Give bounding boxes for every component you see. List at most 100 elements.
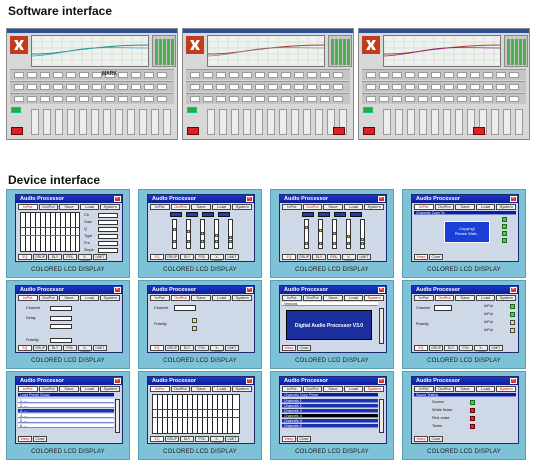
parameter-field[interactable] xyxy=(320,72,330,78)
parameter-field[interactable] xyxy=(118,96,128,102)
parameter-field[interactable] xyxy=(294,84,304,90)
channel-fader[interactable] xyxy=(103,109,111,135)
parameter-field[interactable] xyxy=(105,96,115,102)
lcd-tab[interactable]: InPut xyxy=(282,386,302,392)
lcd-footer-tab[interactable]: POL xyxy=(195,436,209,442)
parameter-field[interactable] xyxy=(379,96,389,102)
close-icon[interactable] xyxy=(114,195,121,202)
lcd-tab[interactable]: System xyxy=(232,295,252,301)
lcd-tab[interactable]: Load xyxy=(211,295,232,301)
lcd-tab[interactable]: InPut xyxy=(18,295,38,301)
parameter-field[interactable] xyxy=(40,72,50,78)
polarity-toggle[interactable] xyxy=(192,318,197,323)
channel-fader[interactable] xyxy=(79,109,87,135)
channel-fader[interactable] xyxy=(431,109,439,135)
lcd-footer-tab[interactable]: DLY xyxy=(180,345,194,351)
lcd-tab[interactable]: Save xyxy=(191,386,211,392)
parameter-field[interactable] xyxy=(157,84,167,90)
eq-grid-display[interactable] xyxy=(20,212,80,252)
lcd-footer-tab[interactable]: GRUP xyxy=(165,436,179,442)
parameter-field[interactable] xyxy=(366,72,376,78)
lcd-footer-tab[interactable]: DLY xyxy=(48,254,62,260)
lcd-tab[interactable]: Save xyxy=(59,386,79,392)
lcd-tab[interactable]: OutPut xyxy=(170,204,191,210)
parameter-field[interactable] xyxy=(203,84,213,90)
parameter-field[interactable] xyxy=(379,72,389,78)
channel-fader[interactable] xyxy=(383,109,391,135)
close-icon[interactable] xyxy=(246,195,253,202)
eq-grid-display[interactable] xyxy=(152,394,240,434)
parameter-field[interactable] xyxy=(79,96,89,102)
lcd-tab[interactable]: System xyxy=(496,386,516,392)
lcd-tab[interactable]: Load xyxy=(475,386,496,392)
param-field[interactable] xyxy=(98,213,118,218)
copy-checkbox[interactable] xyxy=(502,231,507,236)
channel-fader[interactable] xyxy=(407,109,415,135)
parameter-field[interactable] xyxy=(40,84,50,90)
param-field[interactable] xyxy=(98,227,118,232)
channel-fader[interactable] xyxy=(279,109,287,135)
lcd-tab[interactable]: Load xyxy=(211,204,232,210)
parameter-field[interactable] xyxy=(457,96,467,102)
lcd-tab[interactable]: OutPut xyxy=(434,295,455,301)
channel-row[interactable]: Channels 4 xyxy=(282,414,378,418)
copy-checkbox[interactable] xyxy=(502,238,507,243)
parameter-field[interactable] xyxy=(320,84,330,90)
parameter-field[interactable] xyxy=(281,96,291,102)
level-fader[interactable] xyxy=(346,219,351,249)
lcd-footer-tab[interactable]: Weep xyxy=(18,436,32,442)
channel-fader[interactable] xyxy=(503,109,511,135)
parameter-field[interactable] xyxy=(307,96,317,102)
parameter-field[interactable] xyxy=(431,96,441,102)
lcd-footer-tab[interactable]: Weep xyxy=(282,345,296,351)
lcd-tab[interactable]: System xyxy=(364,204,384,210)
lcd-footer-tab[interactable]: Weep xyxy=(282,436,296,442)
level-fader[interactable] xyxy=(332,219,337,249)
close-icon[interactable] xyxy=(114,377,121,384)
level-fader[interactable] xyxy=(214,219,219,249)
channel-fader[interactable] xyxy=(151,109,159,135)
lcd-tab[interactable]: OutPut xyxy=(38,295,59,301)
lcd-tab[interactable]: InPut xyxy=(150,295,170,301)
lcd-tab[interactable]: Save xyxy=(323,204,343,210)
lcd-footer-tab[interactable]: GRUP xyxy=(429,345,443,351)
parameter-field[interactable] xyxy=(255,96,265,102)
channel-fader[interactable] xyxy=(395,109,403,135)
parameter-field[interactable] xyxy=(307,72,317,78)
close-icon[interactable] xyxy=(246,286,253,293)
channel-select[interactable] xyxy=(434,305,452,311)
parameter-field[interactable] xyxy=(431,72,441,78)
lcd-footer-tab[interactable]: DLY xyxy=(180,254,194,260)
parameter-field[interactable] xyxy=(483,72,493,78)
lcd-footer-tab[interactable]: Close xyxy=(297,345,311,351)
level-fader[interactable] xyxy=(186,219,191,249)
lcd-footer-tab[interactable]: LIMIT xyxy=(225,345,239,351)
parameter-field[interactable] xyxy=(281,84,291,90)
channel-fader[interactable] xyxy=(515,109,523,135)
parameter-field[interactable] xyxy=(418,84,428,90)
parameter-field[interactable] xyxy=(405,72,415,78)
parameter-field[interactable] xyxy=(470,84,480,90)
level-fader[interactable] xyxy=(360,219,365,249)
lcd-footer-tab[interactable]: GRUP xyxy=(165,345,179,351)
close-icon[interactable] xyxy=(378,377,385,384)
parameter-field[interactable] xyxy=(216,72,226,78)
lcd-tab[interactable]: Load xyxy=(343,204,364,210)
lcd-footer-tab[interactable]: EQ xyxy=(18,345,32,351)
lcd-tab[interactable]: InPut xyxy=(150,204,170,210)
lcd-footer-tab[interactable]: Weep xyxy=(414,436,428,442)
lcd-tab[interactable]: System xyxy=(100,386,120,392)
parameter-field[interactable] xyxy=(470,72,480,78)
lcd-tab[interactable]: Save xyxy=(59,295,79,301)
input-toggle[interactable] xyxy=(510,304,515,309)
parameter-field[interactable] xyxy=(105,84,115,90)
parameter-field[interactable] xyxy=(366,84,376,90)
lcd-tab[interactable]: Save xyxy=(59,204,79,210)
parameter-field[interactable] xyxy=(242,84,252,90)
parameter-field[interactable] xyxy=(190,72,200,78)
input-toggle[interactable] xyxy=(510,320,515,325)
parameter-field[interactable] xyxy=(92,72,102,78)
preset-row[interactable]: 2. --- xyxy=(18,404,114,408)
lcd-tab[interactable]: System xyxy=(100,204,120,210)
parameter-field[interactable] xyxy=(392,84,402,90)
